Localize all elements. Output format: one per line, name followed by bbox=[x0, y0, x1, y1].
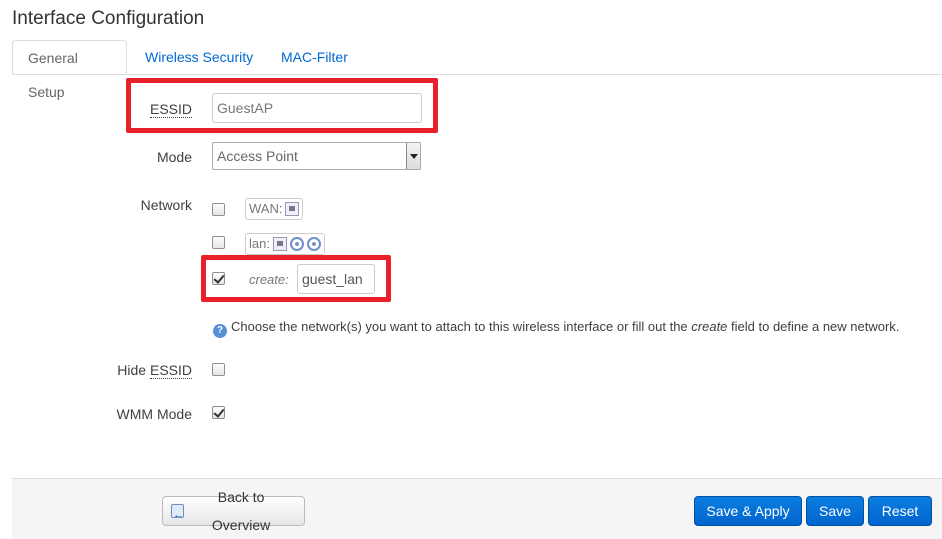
network-lan-badge[interactable]: lan: bbox=[245, 233, 325, 255]
create-network-label: create: bbox=[249, 272, 289, 287]
tab-general-setup[interactable]: General Setup bbox=[12, 40, 127, 100]
network-wan-badge[interactable]: WAN: bbox=[245, 198, 304, 220]
network-lan-checkbox[interactable] bbox=[212, 236, 225, 249]
network-help-text: ? Choose the network(s) you want to attac… bbox=[213, 319, 899, 338]
network-wan-checkbox[interactable] bbox=[212, 203, 225, 216]
network-label: Network bbox=[140, 197, 192, 213]
back-arrow-icon bbox=[171, 501, 184, 529]
back-to-overview-label: Back to Overview bbox=[211, 489, 271, 533]
back-to-overview-button[interactable]: Back to Overview bbox=[162, 489, 305, 533]
hide-essid-label: Hide ESSID bbox=[117, 362, 192, 379]
essid-input[interactable] bbox=[212, 93, 422, 123]
mode-label: Mode bbox=[156, 149, 192, 165]
tab-wireless-security[interactable]: Wireless Security bbox=[130, 40, 268, 74]
create-network-input[interactable] bbox=[297, 264, 375, 294]
mode-select[interactable]: Access Point bbox=[212, 142, 421, 170]
wifi-icon bbox=[306, 237, 321, 251]
network-wan-label: WAN: bbox=[249, 201, 283, 216]
reset-button[interactable]: Reset bbox=[868, 496, 932, 526]
chevron-down-icon[interactable] bbox=[406, 143, 420, 169]
tabs-divider bbox=[12, 74, 942, 75]
save-and-apply-button[interactable]: Save & Apply bbox=[694, 496, 802, 526]
network-lan-label: lan: bbox=[249, 236, 270, 251]
essid-label: ESSID bbox=[149, 101, 192, 118]
ethernet-port-icon bbox=[285, 202, 300, 216]
help-icon: ? bbox=[213, 324, 227, 338]
wmm-mode-label: WMM Mode bbox=[116, 406, 192, 422]
hide-essid-checkbox[interactable] bbox=[212, 363, 225, 376]
save-button[interactable]: Save bbox=[806, 496, 864, 526]
mode-select-value: Access Point bbox=[217, 148, 298, 164]
ethernet-port-icon bbox=[272, 237, 287, 251]
tab-mac-filter[interactable]: MAC-Filter bbox=[266, 40, 363, 74]
wmm-mode-checkbox[interactable] bbox=[212, 406, 225, 419]
page-title: Interface Configuration bbox=[12, 8, 205, 29]
create-network-checkbox[interactable] bbox=[212, 272, 225, 285]
wifi-icon bbox=[289, 237, 304, 251]
form-footer bbox=[12, 478, 942, 539]
